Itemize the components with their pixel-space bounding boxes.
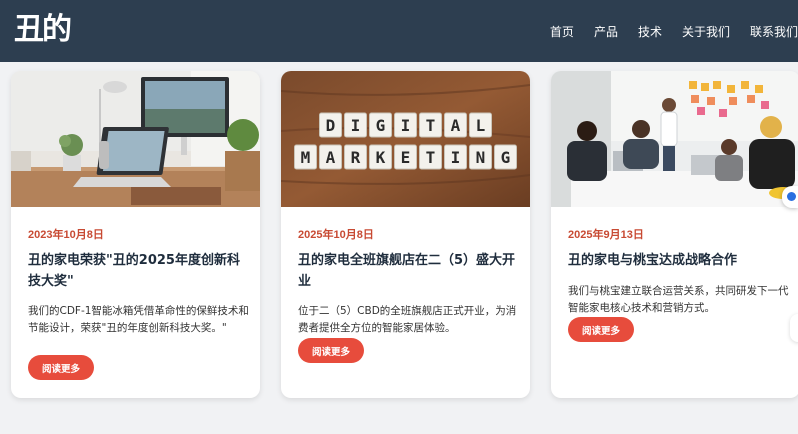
top-navbar: 丑的 首页 产品 技术 关于我们 联系我们 xyxy=(0,0,798,62)
news-card-3[interactable]: 2025年9月13日 丑的家电与桃宝达成战略合作 我们与桃宝建立联合运营关系，共… xyxy=(551,71,798,398)
card-image-digital-marketing[interactable]: DIGITAL MARKETING xyxy=(281,71,530,207)
letter-tile-text: D xyxy=(326,116,336,135)
news-card-2[interactable]: DIGITAL MARKETING 2025年10月8日 丑的家电全班旗舰店在二… xyxy=(281,71,530,398)
letter-tile-text: N xyxy=(476,148,486,167)
chat-bubble-icon xyxy=(787,192,796,201)
card-date: 2023年10月8日 xyxy=(28,229,104,241)
nav-home[interactable]: 首页 xyxy=(550,23,574,40)
letter-tile-text: M xyxy=(301,148,311,167)
letter-tile-text: I xyxy=(401,116,411,135)
card-image-workspace[interactable] xyxy=(11,71,260,207)
card-title[interactable]: 丑的家电全班旗舰店在二（5）盛大开业 xyxy=(298,250,518,292)
read-more-button[interactable]: 阅读更多 xyxy=(298,338,364,363)
card-description: 我们的CDF-1智能冰箱凭借革命性的保鲜技术和节能设计，荣获"丑的年度创新科技大… xyxy=(28,305,249,334)
letter-tile-text: G xyxy=(501,148,511,167)
floating-chat-icon[interactable] xyxy=(782,186,798,208)
letter-tile-text: A xyxy=(326,148,336,167)
card-date: 2025年9月13日 xyxy=(568,229,644,241)
card-date: 2025年10月8日 xyxy=(298,229,374,241)
letter-tile-text: G xyxy=(376,116,386,135)
card-image-team-meeting[interactable] xyxy=(551,71,798,207)
letter-tile-text: A xyxy=(451,116,461,135)
nav-products[interactable]: 产品 xyxy=(594,23,618,40)
letter-tile-text: I xyxy=(451,148,461,167)
letter-tile-text: I xyxy=(351,116,361,135)
brand-logo[interactable]: 丑的 xyxy=(14,10,72,50)
floating-side-tab[interactable] xyxy=(790,314,798,342)
card-description: 我们与桃宝建立联合运营关系，共同研发下一代智能家电核心技术和营销方式。 xyxy=(568,285,789,314)
news-card-1[interactable]: 2023年10月8日 丑的家电荣获"丑的2025年度创新科技大奖" 我们的CDF… xyxy=(11,71,260,398)
nav-about[interactable]: 关于我们 xyxy=(682,23,730,40)
read-more-button[interactable]: 阅读更多 xyxy=(28,355,94,380)
letter-tile-text: L xyxy=(476,116,486,135)
read-more-button[interactable]: 阅读更多 xyxy=(568,317,634,342)
card-title[interactable]: 丑的家电荣获"丑的2025年度创新科技大奖" xyxy=(28,250,248,292)
letter-tile-text: T xyxy=(426,116,436,135)
nav-contact[interactable]: 联系我们 xyxy=(750,23,798,40)
letter-tile-text: E xyxy=(401,148,411,167)
letter-tile-text: K xyxy=(376,148,386,167)
letter-tile-text: R xyxy=(351,148,361,167)
main-nav: 首页 产品 技术 关于我们 联系我们 xyxy=(550,0,798,62)
letter-tile-text: T xyxy=(426,148,436,167)
nav-technology[interactable]: 技术 xyxy=(638,23,662,40)
card-description: 位于二（5）CBD的全班旗舰店正式开业，为消费者提供全方位的智能家居体验。 xyxy=(298,305,517,334)
card-title[interactable]: 丑的家电与桃宝达成战略合作 xyxy=(568,250,788,271)
